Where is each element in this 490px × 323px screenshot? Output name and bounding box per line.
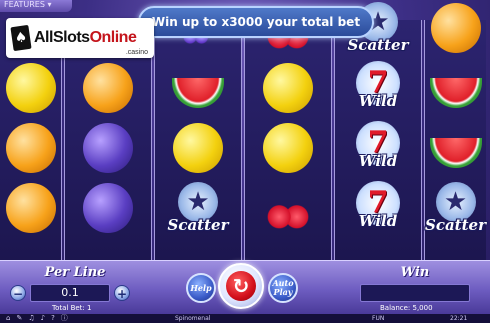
- reel-cell: [65, 58, 151, 118]
- reel-cell: ★ Scatter: [155, 178, 241, 238]
- lemon-symbol: [263, 63, 313, 113]
- play-mode: FUN: [372, 315, 385, 322]
- lemon-symbol: [5, 63, 56, 113]
- home-icon[interactable]: ⌂: [6, 314, 10, 323]
- orange-symbol: [83, 63, 133, 113]
- promo-banner: Win up to x3000 your total bet: [138, 6, 374, 38]
- scatter-label: Scatter: [167, 216, 229, 234]
- orange-symbol: [430, 3, 481, 53]
- wild-symbol: 7 Wild: [343, 121, 413, 175]
- reel-cell: [245, 178, 331, 238]
- provider-name: Spinomenal: [175, 315, 211, 322]
- melon-symbol: [429, 138, 482, 168]
- reel-cell: ★ Scatter: [425, 178, 486, 238]
- scatter-label: Scatter: [425, 216, 486, 234]
- features-tab[interactable]: FEATURES ▾: [0, 0, 72, 12]
- wild-label: Wild: [358, 211, 398, 230]
- win-label: Win: [400, 265, 430, 280]
- wild-symbol: 7 Wild: [343, 61, 413, 115]
- status-icons: ⌂ ✎ ♫ ♪? ⓘ: [0, 314, 140, 323]
- music-icon[interactable]: ♫: [28, 314, 34, 323]
- sound-icon[interactable]: ♪: [41, 314, 45, 323]
- scatter-symbol: ★ Scatter: [425, 182, 486, 234]
- total-bet: Total Bet: 1: [52, 304, 92, 312]
- reel-cell: [0, 58, 61, 118]
- reel-cell: [245, 118, 331, 178]
- logo-text-accent: Online: [89, 29, 137, 46]
- reel-cell: [0, 118, 61, 178]
- reel-4: [244, 6, 332, 260]
- win-value: [360, 284, 470, 302]
- reel-cell: [65, 118, 151, 178]
- wild-symbol: 7 Wild: [343, 181, 413, 235]
- autoplay-button[interactable]: Auto Play: [268, 273, 298, 303]
- logo-text-main: AllSlots: [34, 29, 90, 46]
- reel-cell: [425, 0, 486, 58]
- reel-cell: 7 Wild: [335, 58, 421, 118]
- reel-5: ★ Scatter 7 Wild 7 Wild 7 Wild: [334, 2, 422, 260]
- lemon-symbol: [173, 123, 223, 173]
- spin-icon: ↻: [226, 271, 256, 301]
- orange-symbol: [5, 123, 56, 173]
- melon-symbol: [429, 78, 482, 108]
- help-button[interactable]: Help: [186, 273, 216, 303]
- reel-cell: [425, 58, 486, 118]
- plum-symbol: [83, 123, 133, 173]
- wild-label: Wild: [358, 91, 398, 110]
- site-logo: ♠ AllSlotsOnline .casino: [6, 18, 154, 58]
- orange-symbol: [5, 183, 56, 233]
- scatter-symbol: ★ Scatter: [163, 182, 233, 234]
- wild-label: Wild: [358, 151, 398, 170]
- reel-cell: 7 Wild: [335, 118, 421, 178]
- per-line-label: Per Line: [44, 265, 106, 280]
- reel-cell: [155, 58, 241, 118]
- balance: Balance: 5,000: [380, 304, 433, 312]
- per-line-value: 0.1: [30, 284, 110, 302]
- reel-cell: [245, 58, 331, 118]
- reel-cell: [65, 178, 151, 238]
- reel-cell: [155, 118, 241, 178]
- game-stage: FEATURES ▾ Win up to x3000 your total be…: [0, 0, 490, 323]
- info-icon[interactable]: ⓘ: [61, 314, 68, 323]
- logo-sub: .casino: [125, 49, 148, 56]
- reel-6: ★ Scatter: [424, 3, 486, 260]
- question-icon[interactable]: ?: [51, 314, 55, 323]
- decrease-bet-button[interactable]: −: [10, 285, 26, 301]
- reel-3: ★ Scatter: [154, 10, 242, 260]
- logo-text: AllSlotsOnline: [34, 29, 137, 47]
- status-bar: ⌂ ✎ ♫ ♪? ⓘ Spinomenal FUN 22:21: [0, 314, 490, 323]
- control-panel: Per Line − 0.1 + Help ↻ Auto Play Win To…: [0, 260, 490, 314]
- plum-symbol: [83, 183, 133, 233]
- reel-cell: [0, 178, 61, 238]
- spade-card-icon: ♠: [10, 24, 32, 52]
- lemon-symbol: [263, 123, 313, 173]
- melon-symbol: [172, 78, 224, 108]
- wrench-icon[interactable]: ✎: [16, 314, 22, 323]
- spin-button[interactable]: ↻: [218, 263, 264, 309]
- reel-cell: 7 Wild: [335, 178, 421, 238]
- scatter-label: Scatter: [347, 36, 409, 54]
- reel-cell: [425, 118, 486, 178]
- clock: 22:21: [450, 315, 468, 322]
- cherry-symbol: [266, 186, 310, 230]
- increase-bet-button[interactable]: +: [114, 285, 130, 301]
